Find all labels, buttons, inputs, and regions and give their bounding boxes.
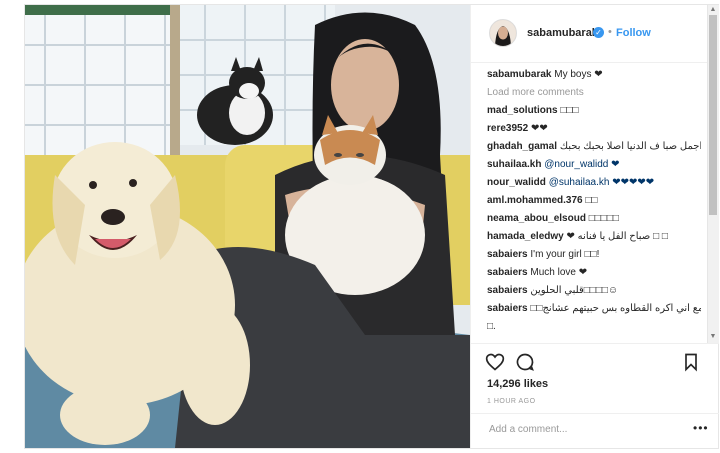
verified-badge-icon: ✓ (593, 27, 604, 38)
comment-username[interactable]: nour_walidd (487, 177, 546, 188)
comment-username[interactable]: sabaiers (487, 303, 528, 314)
post-header: sabamubarak ✓ • Follow (471, 5, 707, 63)
comment: sabaiers □□مع اني اكره القطاوه بس حبيتهم… (487, 303, 701, 321)
comment-username[interactable]: ghadah_gamal (487, 141, 557, 152)
add-comment-bar: ••• (471, 413, 719, 448)
comment-text[interactable]: @nour_walidd ❤ (544, 159, 619, 170)
comment-text: □. (487, 321, 496, 332)
photo-illustration (25, 5, 470, 448)
comment-text: ❤❤ (530, 123, 548, 134)
bookmark-icon-graphic (685, 353, 697, 372)
load-more-comments-link[interactable]: Load more comments (487, 87, 584, 98)
comment-username[interactable]: hamada_eledwy (487, 231, 564, 242)
comment: suhailaa.kh @nour_walidd ❤ (487, 159, 701, 177)
comment-text: □□□ (560, 105, 579, 116)
bookmark-icon[interactable] (681, 352, 701, 372)
add-comment-input[interactable] (487, 423, 681, 436)
comment: aml.mohammed.376 □□ (487, 195, 701, 213)
avatar-image (490, 20, 516, 46)
load-more-row: Load more comments (487, 87, 701, 105)
comment-icon-graphic (516, 353, 534, 371)
comment-text: □□مع اني اكره القطاوه بس حبيتهم عشانج (530, 303, 701, 314)
comment-text: اجمل صبا ف الدنيا اصلا بحبك بحبك (559, 141, 701, 152)
post-details-panel: sabamubarak ✓ • Follow sabamubarak My bo… (470, 5, 719, 448)
comment-text: ❤ صباح الفل يا فنانه □ □ (566, 231, 668, 242)
comment-text: قلبي الحلوين□□□□☺ (530, 285, 619, 296)
likes-count[interactable]: 14,296 likes (487, 378, 548, 390)
comment: □. (487, 321, 701, 339)
comment: nour_walidd @suhailaa.kh ❤❤❤❤❤ (487, 177, 701, 195)
instagram-post-modal: sabamubarak ✓ • Follow sabamubarak My bo… (24, 4, 719, 449)
more-options-icon[interactable]: ••• (693, 421, 709, 435)
comment: hamada_eledwy ❤ صباح الفل يا فنانه □ □ (487, 231, 701, 249)
comment: sabaiers I'm your girl □□! (487, 249, 701, 267)
comment: ghadah_gamal اجمل صبا ف الدنيا اصلا بحبك… (487, 141, 701, 159)
comment: rere3952 ❤❤ (487, 123, 701, 141)
header-username[interactable]: sabamubarak (527, 27, 598, 39)
post-timestamp[interactable]: 1 HOUR AGO (487, 398, 536, 405)
comment-text[interactable]: @suhailaa.kh ❤❤❤❤❤ (549, 177, 654, 188)
scroll-up-arrow-icon[interactable]: ▲ (709, 6, 717, 14)
comment-username[interactable]: aml.mohammed.376 (487, 195, 583, 206)
caption-text: My boys ❤ (554, 69, 603, 80)
comment-bubble-icon[interactable] (515, 352, 535, 372)
follow-button[interactable]: Follow (616, 27, 651, 39)
comment: sabaiers قلبي الحلوين□□□□☺ (487, 285, 701, 303)
scroll-down-arrow-icon[interactable]: ▼ (709, 333, 717, 341)
post-photo[interactable] (25, 5, 470, 448)
comment-text: □□ (585, 195, 598, 206)
comment-username[interactable]: sabaiers (487, 249, 528, 260)
comment-username[interactable]: sabaiers (487, 285, 528, 296)
comments-list[interactable]: sabamubarak My boys ❤ Load more comments… (487, 69, 701, 347)
comment-username[interactable]: mad_solutions (487, 105, 558, 116)
comment-username[interactable]: suhailaa.kh (487, 159, 541, 170)
comment-username[interactable]: neama_abou_elsoud (487, 213, 586, 224)
comment-username[interactable]: sabaiers (487, 267, 528, 278)
comment-text: I'm your girl □□! (530, 249, 600, 260)
comment-text: Much love ❤ (530, 267, 588, 278)
heart-icon-graphic (485, 353, 505, 371)
scrollbar-thumb[interactable] (709, 15, 717, 215)
comment-username[interactable]: rere3952 (487, 123, 528, 134)
caption-username[interactable]: sabamubarak (487, 69, 551, 80)
comment: mad_solutions □□□ (487, 105, 701, 123)
avatar[interactable] (489, 19, 517, 47)
comment: sabaiers Much love ❤ (487, 267, 701, 285)
caption: sabamubarak My boys ❤ (487, 69, 701, 87)
post-actions: 14,296 likes 1 HOUR AGO (471, 343, 719, 423)
comment: neama_abou_elsoud □□□□□ (487, 213, 701, 231)
heart-icon[interactable] (485, 352, 505, 372)
separator-dot: • (608, 26, 612, 38)
comment-text: □□□□□ (588, 213, 619, 224)
